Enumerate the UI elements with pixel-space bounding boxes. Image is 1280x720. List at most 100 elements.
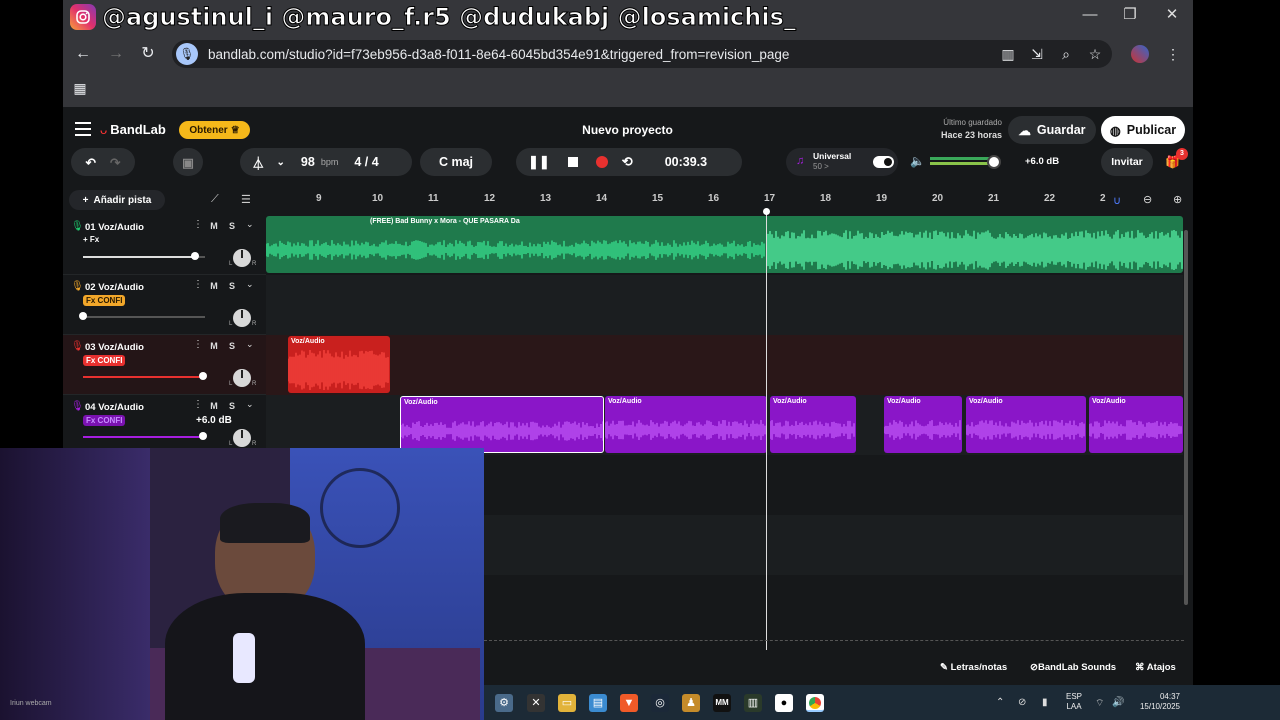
audio-clip[interactable]: Voz/Audio <box>288 336 390 393</box>
timeline-ruler[interactable]: 9 10 11 12 13 14 15 16 17 18 19 20 21 22 2 <box>266 187 1183 215</box>
speaker-icon[interactable]: 🔈 <box>910 154 925 168</box>
apps-grid-icon[interactable]: ▦ <box>70 78 90 98</box>
volume-tray-icon[interactable]: 🔊 <box>1112 697 1124 708</box>
fx-button[interactable]: Fx CONFI <box>83 295 126 306</box>
loop-icon[interactable]: ⟲ <box>622 154 633 170</box>
playhead[interactable] <box>766 210 767 650</box>
volume-slider[interactable] <box>83 372 207 380</box>
audio-app-icon[interactable]: ▥ <box>744 694 762 712</box>
reader-icon[interactable]: ▥ <box>998 44 1018 64</box>
volume-knob[interactable] <box>79 312 87 320</box>
audio-clip[interactable]: Voz/Audio <box>1089 396 1183 453</box>
add-track-button[interactable]: + Añadir pista <box>69 190 165 210</box>
mute-button[interactable]: M <box>206 339 222 353</box>
close-icon[interactable]: ✕ <box>1152 4 1192 26</box>
metronome-icon[interactable]: ⏃ <box>252 153 265 172</box>
volume-slider[interactable] <box>79 312 205 320</box>
track-options-icon[interactable]: ⋮ <box>193 339 203 350</box>
preset-toggle[interactable] <box>873 156 894 168</box>
stop-icon[interactable] <box>567 157 578 167</box>
minimize-icon[interactable]: — <box>1070 4 1110 26</box>
volume-slider[interactable] <box>83 252 205 260</box>
tray-mic-icon[interactable]: ▮ <box>1042 697 1048 708</box>
back-icon[interactable]: ← <box>72 44 94 64</box>
track-options-icon[interactable]: ⋮ <box>193 279 203 290</box>
mute-button[interactable]: M <box>206 219 222 233</box>
chrome-icon[interactable] <box>806 694 824 712</box>
menu-dots-icon[interactable]: ⋮ <box>1163 44 1183 64</box>
snap-magnet-icon[interactable]: ∪ <box>1113 194 1121 207</box>
xbox-app-icon[interactable]: ✕ <box>527 694 545 712</box>
solo-button[interactable]: S <box>224 279 240 293</box>
zoom-out-icon[interactable]: ⊖ <box>1143 193 1152 206</box>
volume-knob[interactable] <box>198 432 207 440</box>
tuner-icon[interactable]: ▣ <box>173 148 203 176</box>
lyrics-button[interactable]: ✎ Letras/notas <box>940 662 1007 673</box>
mute-button[interactable]: M <box>206 279 222 293</box>
solo-button[interactable]: S <box>224 219 240 233</box>
expand-chevron-icon[interactable]: ⌄ <box>246 399 254 410</box>
site-info-icon[interactable]: 🎙 <box>176 43 198 65</box>
bandlab-sounds-button[interactable]: ⊘BandLab Sounds <box>1030 662 1116 673</box>
playhead-handle[interactable] <box>763 208 770 215</box>
time-signature[interactable]: 4 / 4 <box>354 155 378 169</box>
tray-chevron-icon[interactable]: ⌃ <box>996 697 1004 708</box>
key-selector[interactable]: C maj <box>420 148 492 176</box>
hamburger-menu-icon[interactable] <box>75 122 91 136</box>
redo-icon[interactable]: ↷ <box>110 155 120 170</box>
expand-chevron-icon[interactable]: ⌄ <box>246 219 254 230</box>
maximize-icon[interactable]: ❐ <box>1110 4 1150 26</box>
automation-icon[interactable]: ⟋ <box>211 193 219 206</box>
publish-button[interactable]: ◍ Publicar <box>1101 116 1185 144</box>
master-volume-knob[interactable] <box>987 155 1001 169</box>
file-explorer-icon[interactable]: ▭ <box>558 694 576 712</box>
settings-app-icon[interactable]: ⚙ <box>495 694 513 712</box>
zoom-in-icon[interactable]: ⊕ <box>1173 193 1182 206</box>
horizontal-scrollbar[interactable] <box>484 640 1184 645</box>
track-name[interactable]: 04 Voz/Audio <box>85 402 144 413</box>
track-name[interactable]: 02 Voz/Audio <box>85 282 144 293</box>
audio-clip[interactable]: Voz/Audio <box>770 396 856 453</box>
bandlab-logo[interactable]: ᴗ BandLab <box>100 122 166 137</box>
wifi-icon[interactable]: ⌔ <box>1095 697 1104 710</box>
forward-icon[interactable]: → <box>105 44 127 64</box>
track-lane[interactable] <box>266 335 1183 395</box>
volume-slider[interactable] <box>83 432 207 440</box>
mm-app-icon[interactable]: MM <box>713 694 731 712</box>
audio-clip[interactable]: Voz/Audio <box>884 396 962 453</box>
fx-button[interactable]: + Fx <box>83 235 99 244</box>
vertical-scrollbar[interactable] <box>1184 230 1188 605</box>
shortcuts-button[interactable]: ⌘ Atajos <box>1135 662 1176 673</box>
track-lane[interactable] <box>266 275 1183 335</box>
project-title[interactable]: Nuevo proyecto <box>520 123 735 137</box>
audio-clip[interactable]: Voz/Audio <box>400 396 604 453</box>
pan-knob[interactable] <box>233 369 251 387</box>
pan-knob[interactable] <box>233 429 251 447</box>
solo-button[interactable]: S <box>224 339 240 353</box>
track-name[interactable]: 03 Voz/Audio <box>85 342 144 353</box>
volume-knob[interactable] <box>198 372 207 380</box>
expand-chevron-icon[interactable]: ⌄ <box>246 339 254 350</box>
obtener-button[interactable]: Obtener ♕ <box>179 121 250 139</box>
save-button[interactable]: ☁ Guardar <box>1008 116 1096 144</box>
mixer-icon[interactable]: ☰ <box>241 193 251 206</box>
brave-browser-icon[interactable]: ▼ <box>620 694 638 712</box>
fx-button[interactable]: Fx CONFI <box>83 415 126 426</box>
game-app-icon[interactable]: ♟ <box>682 694 700 712</box>
track-options-icon[interactable]: ⋮ <box>193 399 203 410</box>
invite-button[interactable]: Invitar <box>1101 148 1153 176</box>
audio-clip[interactable]: Voz/Audio <box>605 396 767 453</box>
track-name[interactable]: 01 Voz/Audio <box>85 222 144 233</box>
address-bar[interactable]: 🎙 bandlab.com/studio?id=f73eb956-d3a8-f0… <box>172 40 1112 68</box>
language-indicator[interactable]: ESP LAA <box>1066 692 1082 712</box>
zoom-icon[interactable]: ⌕ <box>1056 44 1076 64</box>
track-options-icon[interactable]: ⋮ <box>193 219 203 230</box>
reload-icon[interactable]: ↻ <box>137 44 159 64</box>
mute-button[interactable]: M <box>206 399 222 413</box>
bpm-value[interactable]: 98 <box>301 155 315 169</box>
expand-chevron-icon[interactable]: ⌄ <box>246 279 254 290</box>
clock[interactable]: 04:37 15/10/2025 <box>1130 692 1180 712</box>
fx-button[interactable]: Fx CONFI <box>83 355 126 366</box>
tray-mute-icon[interactable]: ⊘ <box>1018 697 1026 708</box>
obs-icon[interactable]: ● <box>775 694 793 712</box>
